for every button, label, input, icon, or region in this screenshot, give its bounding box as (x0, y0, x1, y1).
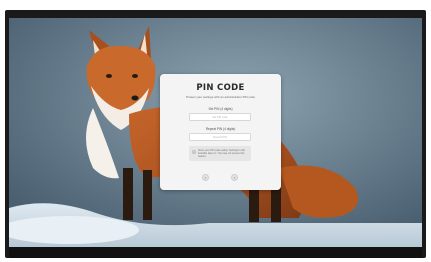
pin-info-note: Store your PIN code safely. Settings is … (189, 146, 251, 161)
pin-info-text: Store your PIN code safely. Settings is … (198, 149, 245, 159)
set-pin-label: Set PIN (4 digits) (208, 107, 233, 111)
set-pin-input[interactable] (189, 113, 251, 121)
chevron-right-icon: › (233, 175, 236, 180)
repeat-pin-input[interactable] (189, 133, 251, 141)
page: PIN CODE Protect your settings with an a… (0, 0, 431, 262)
dialog-title: PIN CODE (196, 83, 245, 93)
dialog-subtitle: Protect your settings with an administra… (185, 95, 256, 99)
info-icon (192, 150, 196, 154)
repeat-pin-label: Repeat PIN (4 digits) (205, 127, 236, 131)
display-bottom-bezel (9, 247, 422, 258)
back-button[interactable]: ‹ (202, 174, 209, 181)
screen: PIN CODE Protect your settings with an a… (9, 18, 422, 247)
next-button[interactable]: › (231, 174, 238, 181)
chevron-left-icon: ‹ (204, 175, 207, 180)
pin-code-dialog: PIN CODE Protect your settings with an a… (160, 74, 281, 190)
